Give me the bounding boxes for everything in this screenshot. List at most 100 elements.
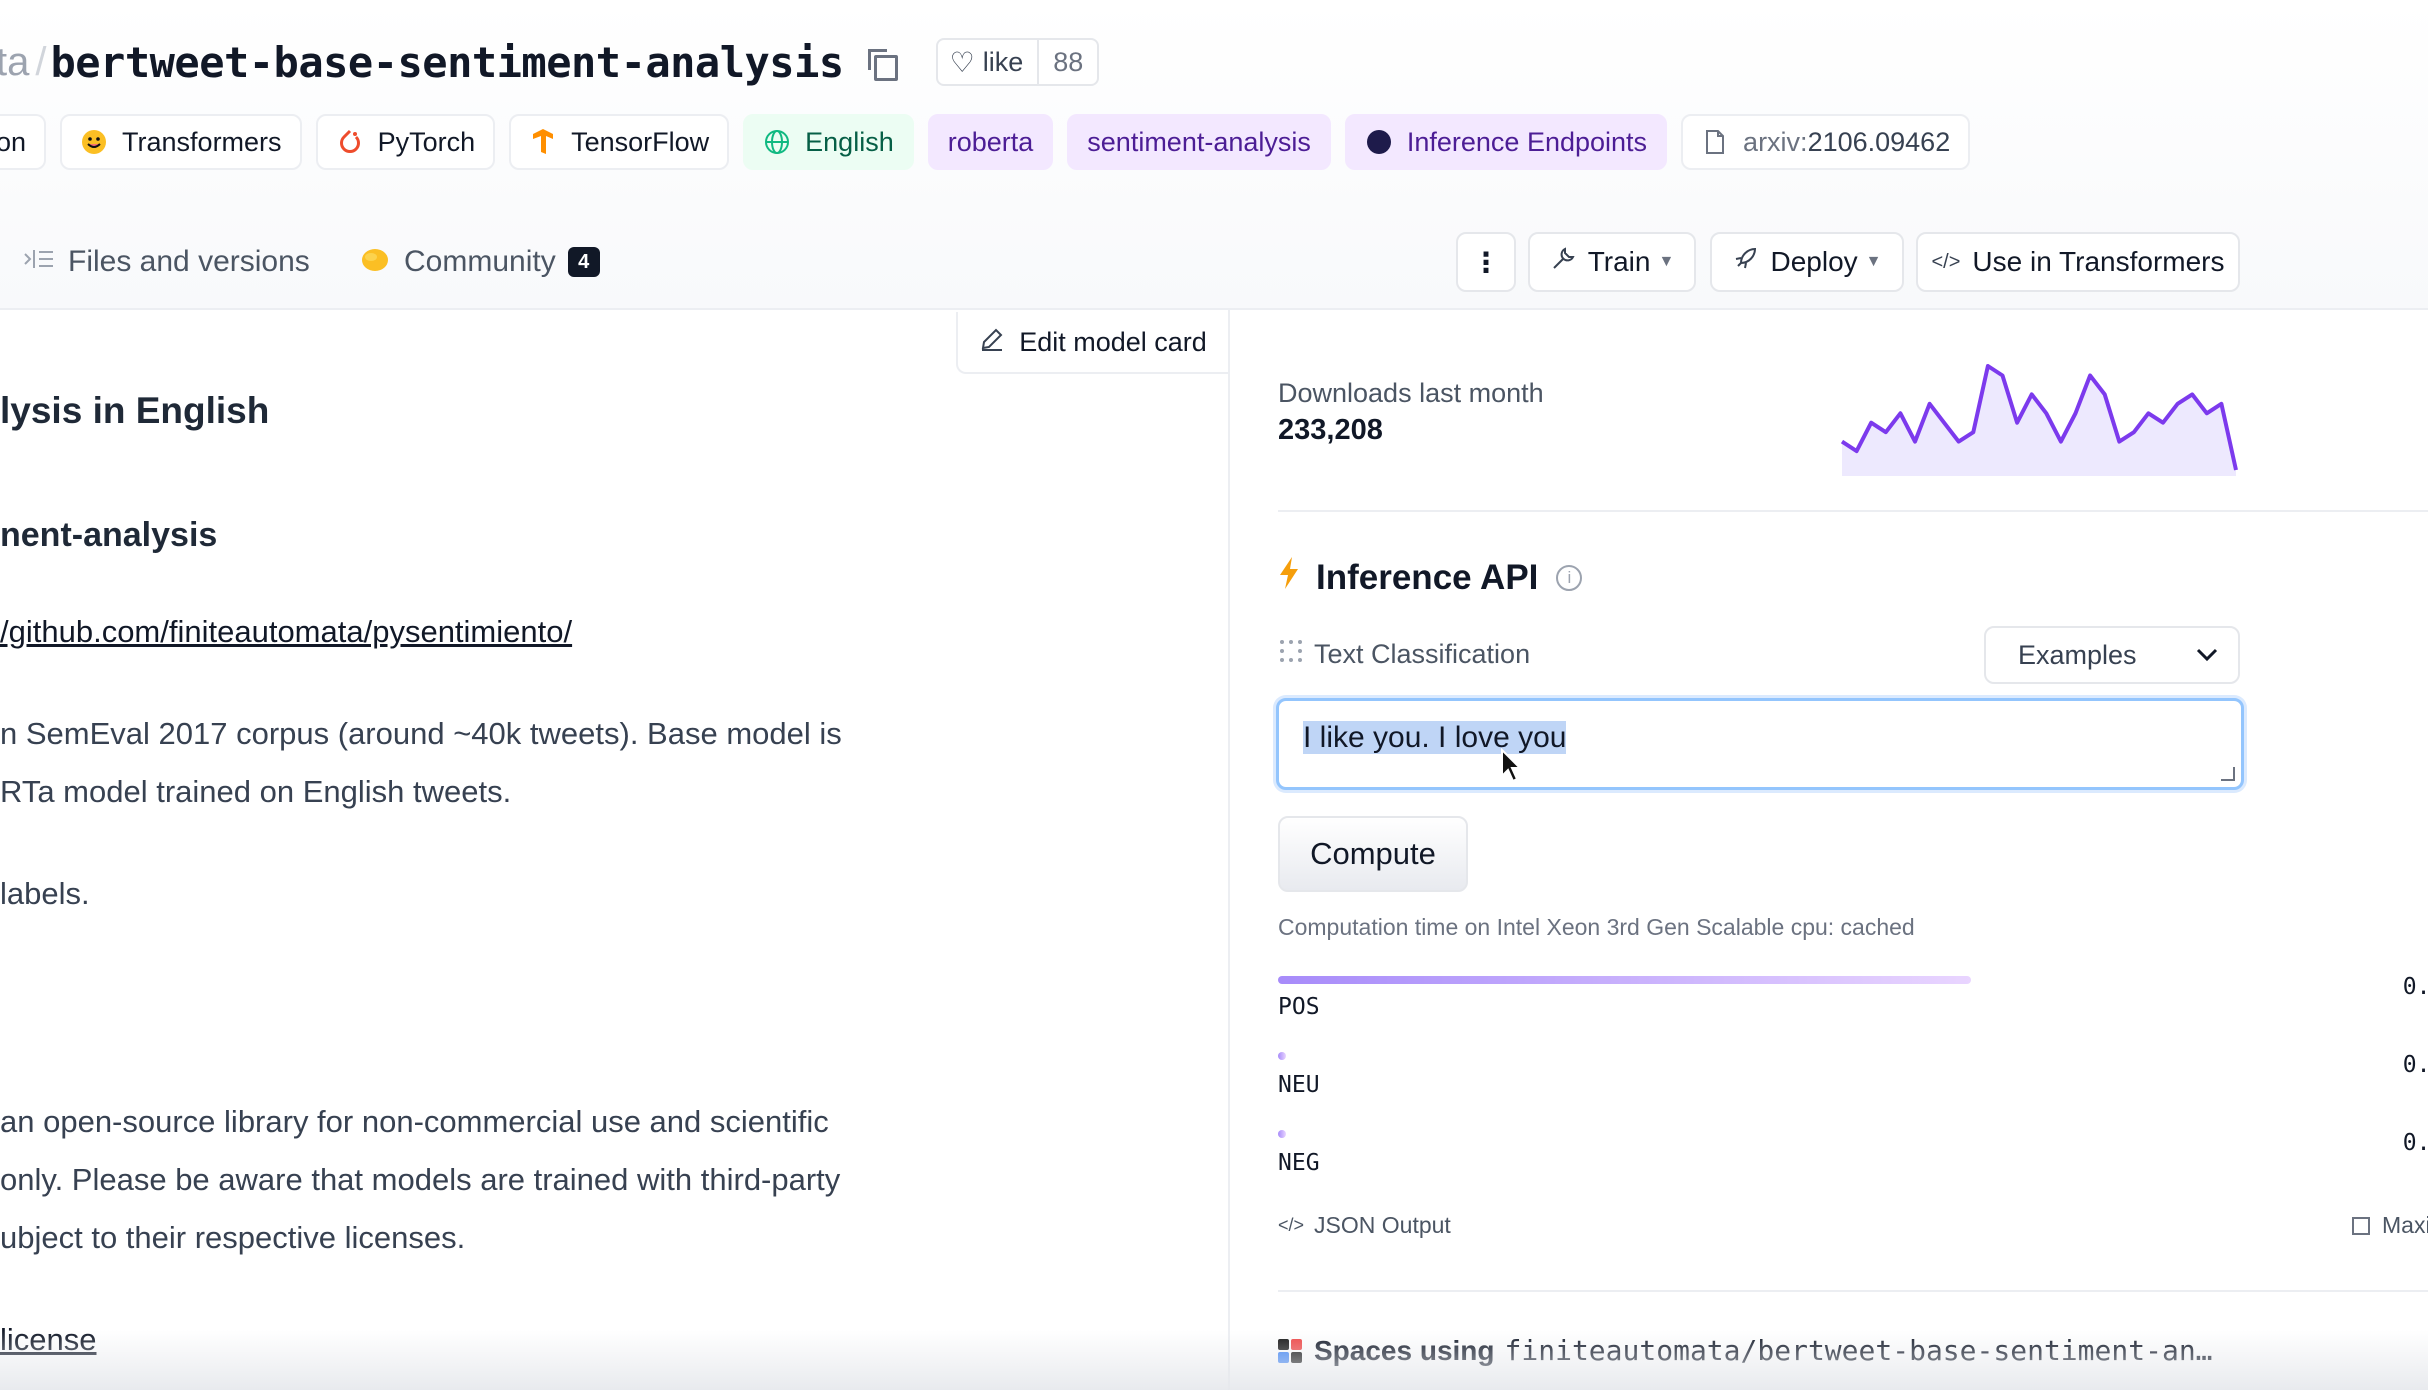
json-output-label: JSON Output [1314, 1212, 1451, 1238]
computation-time: Computation time on Intel Xeon 3rd Gen S… [1278, 914, 1915, 940]
train-button[interactable]: Train ▼ [1528, 232, 1696, 292]
arxiv-prefix: arxiv: [1743, 126, 1808, 157]
model-header: ta / bertweet-base-sentiment-analysis ♡ … [0, 0, 2428, 310]
result-label: POS [1278, 994, 1320, 1020]
compute-label: Compute [1310, 836, 1436, 871]
card-subheading: nent-analysis [0, 516, 218, 554]
use-in-transformers-button[interactable]: </> Use in Transformers [1916, 232, 2240, 292]
community-count-badge: 4 [567, 247, 600, 277]
card-paragraph-line: RTa model trained on English tweets. [0, 774, 512, 809]
sidebar-panel: Downloads last month 233,208 Inference A… [1232, 310, 2428, 1390]
examples-dropdown[interactable]: Examples [1984, 626, 2240, 684]
text-classification-icon [1278, 638, 1304, 670]
resize-handle[interactable] [2221, 767, 2235, 781]
tag-label: Inference Endpoints [1406, 126, 1648, 157]
card-paragraph-line: an open-source library for non-commercia… [0, 1104, 829, 1139]
spaces-using-section[interactable]: Spaces using finiteautomata/bertweet-bas… [1278, 1334, 2428, 1367]
tag-pytorch[interactable]: PyTorch [315, 114, 496, 170]
divider [1278, 510, 2428, 512]
tag-label: TensorFlow [571, 126, 710, 157]
like-part[interactable]: ♡ like [938, 40, 1040, 84]
code-icon: </> [1931, 250, 1961, 273]
license-link[interactable]: license [0, 1322, 97, 1358]
card-paragraph-line: labels. [0, 876, 90, 911]
tab-files-and-versions[interactable]: Files and versions [24, 232, 310, 292]
like-count[interactable]: 88 [1039, 47, 1097, 78]
task-label-text: Text Classification [1314, 638, 1531, 669]
tag-language-english[interactable]: English [743, 114, 914, 170]
like-button[interactable]: ♡ like 88 [935, 38, 1100, 86]
more-options-button[interactable]: ⋮ [1456, 232, 1516, 292]
inference-api-title: Inference API i [1278, 556, 1583, 599]
tag-transformers[interactable]: Transformers [60, 114, 302, 170]
model-title-row: ta / bertweet-base-sentiment-analysis ♡ … [0, 30, 1100, 94]
chevron-down-icon: ▼ [1865, 253, 1882, 270]
result-score: 0.002 [2402, 1130, 2428, 1156]
tab-community[interactable]: Community 4 [360, 232, 600, 292]
input-text: I like you. I love you [1303, 721, 1567, 754]
title-separator: / [35, 39, 47, 84]
model-nav: Files and versions Community 4 ⋮ Train ▼… [0, 232, 2428, 294]
downloads-sparkline [1840, 364, 2238, 476]
tag-arxiv[interactable]: arxiv: 2106.09462 [1681, 114, 1971, 170]
tag-sentiment-analysis[interactable]: sentiment-analysis [1067, 114, 1331, 170]
inference-endpoints-icon [1365, 128, 1393, 156]
deploy-label: Deploy [1770, 246, 1858, 277]
tag-label: PyTorch [377, 126, 476, 157]
like-label: like [982, 46, 1024, 77]
result-bar-neg [1278, 1130, 1286, 1138]
compute-button[interactable]: Compute [1278, 816, 1468, 892]
more-options-icon: ⋮ [1472, 246, 1500, 278]
copy-icon[interactable] [867, 49, 898, 81]
tags-row: ion Transformers PyTorch TensorFlow Engl… [0, 114, 1971, 170]
tag-label: roberta [947, 126, 1034, 157]
inference-input[interactable]: I like you. I love you [1276, 698, 2244, 790]
model-name[interactable]: bertweet-base-sentiment-analysis [50, 38, 844, 87]
tag-label: sentiment-analysis [1087, 126, 1311, 157]
edit-label: Edit model card [1019, 326, 1207, 357]
wrench-icon [1550, 246, 1576, 279]
tab-label: Files and versions [68, 245, 310, 278]
card-paragraph-line: ubject to their respective licenses. [0, 1220, 466, 1255]
result-score: 0.990 [2402, 974, 2428, 1000]
document-icon [1701, 128, 1729, 156]
info-icon[interactable]: i [1556, 564, 1583, 591]
heart-icon: ♡ [949, 46, 975, 78]
tag-label: English [805, 126, 894, 157]
result-label: NEU [1278, 1072, 1320, 1098]
chevron-down-icon: ▼ [1658, 253, 1675, 270]
deploy-button[interactable]: Deploy ▼ [1710, 232, 1904, 292]
downloads-label: Downloads last month [1278, 378, 1544, 408]
train-label: Train [1587, 246, 1651, 277]
result-score: 0.009 [2402, 1052, 2428, 1078]
tag-truncated[interactable]: ion [0, 114, 47, 170]
mouse-cursor [1500, 747, 1524, 789]
use-label: Use in Transformers [1972, 246, 2225, 277]
maximize-button[interactable]: Maximize [2352, 1212, 2428, 1239]
examples-label: Examples [2018, 639, 2137, 670]
model-card: Edit model card lysis in English nent-an… [0, 310, 1230, 1390]
owner-link[interactable]: ta [0, 40, 29, 85]
tag-roberta[interactable]: roberta [927, 114, 1054, 170]
repo-link[interactable]: /github.com/finiteautomata/pysentimiento… [0, 614, 572, 650]
community-icon [360, 245, 390, 280]
maximize-icon [2352, 1216, 2370, 1235]
result-label: NEG [1278, 1150, 1320, 1176]
globe-icon [763, 128, 791, 156]
tag-inference-endpoints[interactable]: Inference Endpoints [1344, 114, 1668, 170]
card-paragraph-line: n SemEval 2017 corpus (around ~40k tweet… [0, 716, 842, 751]
tag-label: ion [0, 126, 27, 157]
downloads-value: 233,208 [1278, 414, 1383, 446]
rocket-icon [1732, 246, 1758, 279]
spaces-repo: finiteautomata/bertweet-base-sentiment-a… [1504, 1334, 2213, 1367]
tensorflow-icon [529, 128, 557, 156]
lightning-icon [1278, 556, 1300, 599]
pencil-icon [979, 326, 1005, 359]
tag-tensorflow[interactable]: TensorFlow [509, 114, 730, 170]
edit-model-card-button[interactable]: Edit model card [956, 312, 1228, 374]
card-paragraph-line: only. Please be aware that models are tr… [0, 1162, 841, 1197]
chevron-down-icon [2196, 642, 2218, 668]
task-label: Text Classification [1278, 638, 1530, 670]
divider [1278, 1290, 2428, 1292]
json-output-button[interactable]: </> JSON Output [1278, 1212, 1451, 1239]
